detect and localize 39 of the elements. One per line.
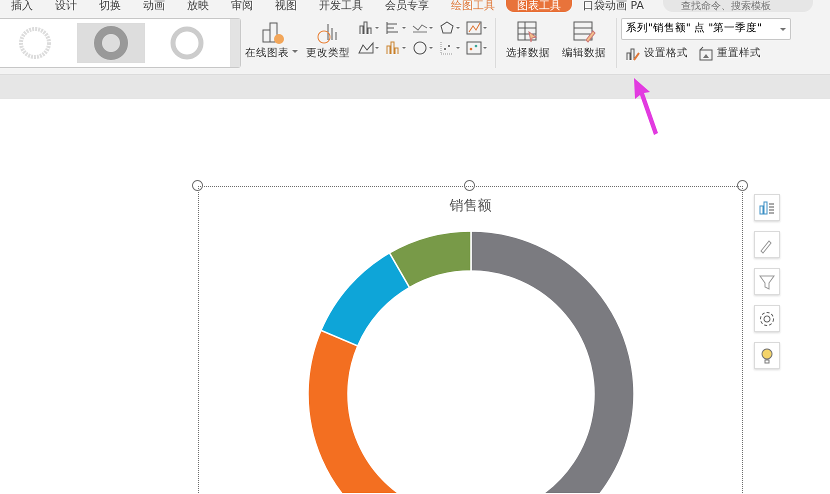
chart-frame[interactable]: 销售额 (198, 186, 743, 493)
chart-element-dropdown[interactable]: 系列"销售额" 点 "第一季度" (621, 18, 791, 40)
chart-type-button[interactable] (466, 40, 487, 56)
chart-type-button[interactable] (439, 20, 460, 36)
ribbon-button[interactable]: 选择数据 (500, 12, 556, 74)
chart-type-button[interactable] (358, 40, 379, 56)
chart-icon (260, 20, 284, 44)
menu-tab[interactable]: 动画 (132, 0, 176, 12)
chart-title: 销售额 (450, 198, 492, 214)
chart-type-button[interactable] (412, 40, 433, 56)
reset-style-icon (698, 46, 714, 62)
menu-tab[interactable]: 会员专享 (374, 0, 440, 12)
resize-handle[interactable] (464, 180, 475, 191)
menu-tab[interactable]: 审阅 (220, 0, 264, 12)
ribbon-button[interactable]: 更改类型 (302, 12, 354, 74)
table-select-icon (516, 20, 540, 44)
ribbon-button[interactable]: 在线图表 (241, 12, 302, 74)
menu-tab[interactable]: 开发工具 (308, 0, 374, 12)
menu-tab[interactable]: 设计 (44, 0, 88, 12)
search-field[interactable]: 查找命令、搜索模板 (662, 0, 813, 12)
chart-type-button[interactable] (358, 20, 379, 36)
ribbon-button[interactable]: 设置格式 (625, 46, 688, 62)
ribbon-button[interactable]: 重置样式 (698, 46, 761, 62)
resize-handle[interactable] (192, 180, 203, 191)
chart-type-button[interactable] (466, 20, 487, 36)
chart-type-button[interactable] (385, 40, 406, 56)
gallery-scrollbar[interactable] (230, 19, 240, 67)
ribbon-button[interactable]: 编辑数据 (556, 12, 612, 74)
chart-type-button[interactable] (439, 40, 460, 56)
menu-tab[interactable]: 口袋动画 PA (572, 0, 655, 12)
menu-tab[interactable]: 放映 (176, 0, 220, 12)
table-edit-icon (572, 20, 596, 44)
chart-type-button[interactable] (385, 20, 406, 36)
format-icon (625, 46, 641, 62)
menu-tab[interactable]: 切换 (88, 0, 132, 12)
menu-tab[interactable]: 插入 (0, 0, 44, 12)
resize-handle[interactable] (737, 180, 748, 191)
menu-tab[interactable]: 视图 (264, 0, 308, 12)
chart-style-thumbnail[interactable] (77, 23, 145, 63)
